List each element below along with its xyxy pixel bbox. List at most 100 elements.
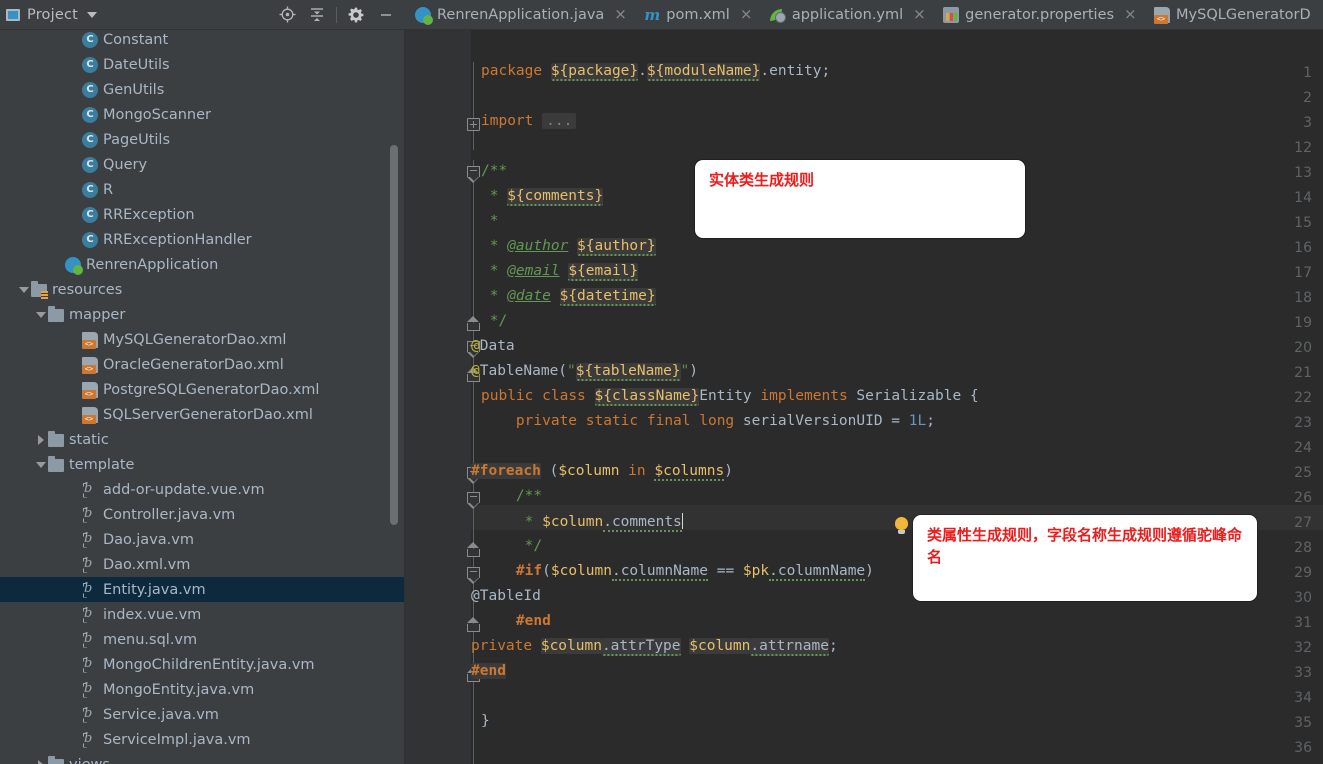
tree-item-mapper[interactable]: mapper xyxy=(0,302,405,327)
tree-item-label: Controller.java.vm xyxy=(103,506,236,523)
code-line-27: * $column.comments xyxy=(481,513,683,532)
chevron-down-icon[interactable] xyxy=(17,277,31,302)
tree-item-label: RenrenApplication xyxy=(86,256,219,273)
chevron-down-icon[interactable] xyxy=(87,11,98,18)
tree-item-serviceimpl-java-vm[interactable]: ServiceImpl.java.vm xyxy=(0,727,405,752)
code-content[interactable]: package ${package}.${moduleName}.entity;… xyxy=(471,30,1323,764)
chevron-down-icon[interactable] xyxy=(34,452,48,477)
editor-tab-application-yml[interactable]: application.yml × xyxy=(760,0,933,29)
velocity-file-icon xyxy=(82,506,98,523)
velocity-file-icon xyxy=(82,481,98,498)
project-title-button[interactable]: Project xyxy=(6,7,98,23)
tree-item-entity-java-vm[interactable]: Entity.java.vm xyxy=(0,577,405,602)
velocity-file-icon xyxy=(82,531,98,548)
tree-item-dao-java-vm[interactable]: Dao.java.vm xyxy=(0,527,405,552)
folder-icon xyxy=(48,455,64,472)
toolbar-divider xyxy=(336,6,337,23)
code-line-19: */ xyxy=(481,313,508,329)
folder-icon xyxy=(48,430,64,447)
locate-icon[interactable] xyxy=(272,2,302,28)
field-rule-callout: 类属性生成规则，字段名称生成规则遵循驼峰命名 xyxy=(913,515,1257,601)
project-panel-toolbar xyxy=(272,2,405,28)
tree-item-add-or-update-vue-vm[interactable]: add-or-update.vue.vm xyxy=(0,477,405,502)
java-class-icon: C xyxy=(82,56,98,73)
close-icon[interactable]: × xyxy=(614,7,627,22)
folder-icon xyxy=(48,755,64,764)
sidebar-scrollbar[interactable] xyxy=(390,145,398,525)
editor-tab-generator-properties[interactable]: generator.properties × xyxy=(933,0,1144,29)
tree-item-postgresqlgeneratordao-xml[interactable]: PostgreSQLGeneratorDao.xml xyxy=(0,377,405,402)
chevron-down-icon[interactable] xyxy=(34,302,48,327)
folder-icon xyxy=(48,305,64,322)
tree-item-rrexceptionhandler[interactable]: C RRExceptionHandler xyxy=(0,227,405,252)
tree-item-label: DateUtils xyxy=(103,56,170,73)
tree-item-index-vue-vm[interactable]: index.vue.vm xyxy=(0,602,405,627)
tree-item-static[interactable]: static xyxy=(0,427,405,452)
top-bar: Project RenrenApplication.java × m pom.x… xyxy=(0,0,1323,30)
tree-item-template[interactable]: template xyxy=(0,452,405,477)
tree-item-pageutils[interactable]: C PageUtils xyxy=(0,127,405,152)
tree-item-renrenapplication[interactable]: RenrenApplication xyxy=(0,252,405,277)
tree-item-label: MongoScanner xyxy=(103,106,211,123)
code-line-22: public class ${className}Entity implemen… xyxy=(481,388,979,406)
editor-tab-pom-xml[interactable]: m pom.xml × xyxy=(634,0,760,29)
code-line-30: @TableId xyxy=(471,588,541,604)
tree-item-service-java-vm[interactable]: Service.java.vm xyxy=(0,702,405,727)
velocity-file-icon xyxy=(82,681,98,698)
tree-item-mongoentity-java-vm[interactable]: MongoEntity.java.vm xyxy=(0,677,405,702)
java-class-icon: C xyxy=(82,181,98,198)
code-line-32: private $column.attrType $column.attrnam… xyxy=(471,638,838,656)
java-class-icon: C xyxy=(82,131,98,148)
collapse-all-icon[interactable] xyxy=(302,2,332,28)
java-class-icon: C xyxy=(82,231,98,248)
gear-icon[interactable] xyxy=(341,2,371,28)
tree-item-sqlservergeneratordao-xml[interactable]: SQLServerGeneratorDao.xml xyxy=(0,402,405,427)
project-icon xyxy=(6,8,20,21)
code-line-29: #if($column.columnName == $pk.columnName… xyxy=(515,563,874,581)
tree-item-r[interactable]: CR xyxy=(0,177,405,202)
tree-item-resources[interactable]: resources xyxy=(0,277,405,302)
close-icon[interactable]: × xyxy=(1124,7,1137,22)
minimize-icon[interactable] xyxy=(371,2,401,28)
tree-item-label: template xyxy=(69,456,135,473)
tree-item-mongochildrenentity-java-vm[interactable]: MongoChildrenEntity.java.vm xyxy=(0,652,405,677)
tree-item-mongoscanner[interactable]: C MongoScanner xyxy=(0,102,405,127)
tree-item-rrexception[interactable]: C RRException xyxy=(0,202,405,227)
project-tree-panel[interactable]: C Constant C DateUtils C GenUtils C MongoScanne… xyxy=(0,30,405,764)
java-class-icon: C xyxy=(82,106,98,123)
tree-item-dao-xml-vm[interactable]: Dao.xml.vm xyxy=(0,552,405,577)
chevron-right-icon[interactable] xyxy=(34,427,48,452)
editor-gutter[interactable] xyxy=(405,30,471,764)
tree-item-oraclegeneratordao-xml[interactable]: OracleGeneratorDao.xml xyxy=(0,352,405,377)
tree-item-query[interactable]: C Query xyxy=(0,152,405,177)
code-editor[interactable]: 1 2 3 12 13 14 15 16 17 18 19 20 21 22 23 24 25 26 27 28 29 3… xyxy=(405,30,1323,764)
velocity-file-icon xyxy=(82,581,98,598)
tree-item-label: PageUtils xyxy=(103,131,171,148)
editor-tab-mysqlgeneratord[interactable]: MySQLGeneratorD xyxy=(1144,0,1319,29)
maven-icon: m xyxy=(644,5,661,24)
tree-item-menu-sql-vm[interactable]: menu.sql.vm xyxy=(0,627,405,652)
chevron-right-icon[interactable] xyxy=(34,752,48,764)
code-line-31: #end xyxy=(515,613,551,629)
tree-item-label: views xyxy=(69,757,110,764)
tree-item-controller-java-vm[interactable]: Controller.java.vm xyxy=(0,502,405,527)
code-line-14: * ${comments} xyxy=(481,188,604,206)
tree-item-mysqlgeneratordao-xml[interactable]: MySQLGeneratorDao.xml xyxy=(0,327,405,352)
velocity-file-icon xyxy=(82,631,98,648)
close-icon[interactable]: × xyxy=(740,7,753,22)
tree-item-dateutils[interactable]: C DateUtils xyxy=(0,52,405,77)
close-icon[interactable]: × xyxy=(913,7,926,22)
tree-item-label: add-or-update.vue.vm xyxy=(103,481,265,498)
tree-item-genutils[interactable]: C GenUtils xyxy=(0,77,405,102)
spring-boot-icon xyxy=(415,6,433,25)
tree-item-constant[interactable]: C Constant xyxy=(0,30,405,52)
tree-item-views[interactable]: views xyxy=(0,752,405,764)
editor-tab-renrenapplication-java[interactable]: RenrenApplication.java × xyxy=(405,0,634,29)
